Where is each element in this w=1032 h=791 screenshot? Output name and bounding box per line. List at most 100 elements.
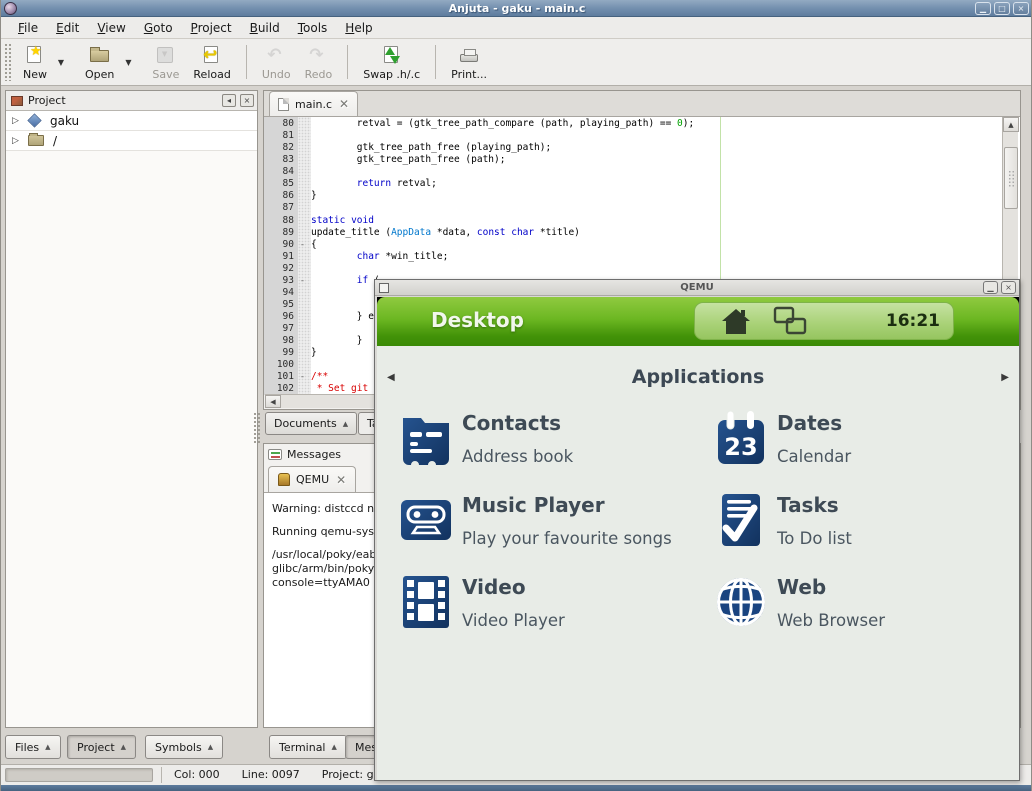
- previous-category-arrow[interactable]: ◀: [387, 372, 395, 383]
- menu-tools[interactable]: Tools: [289, 19, 337, 37]
- toolbar-separator: [246, 45, 247, 79]
- new-button[interactable]: ★ New: [16, 41, 54, 83]
- toolbar-grip[interactable]: [4, 43, 12, 81]
- symbols-dock-button[interactable]: Symbols▲: [145, 735, 223, 759]
- tree-row-gaku[interactable]: ▷ gaku: [6, 111, 257, 131]
- menu-edit[interactable]: Edit: [47, 19, 88, 37]
- checklist-icon: [714, 492, 768, 548]
- menu-file[interactable]: File: [9, 19, 47, 37]
- app-web[interactable]: Web Web Browser: [714, 574, 1014, 636]
- anjuta-window: Anjuta - gaku - main.c ▁ □ × FileEditVie…: [0, 0, 1032, 791]
- code-line[interactable]: 92: [264, 263, 1004, 275]
- code-line[interactable]: 83 gtk_tree_path_free (path);: [264, 154, 1004, 166]
- qemu-titlebar[interactable]: QEMU ▁ ×: [375, 280, 1019, 296]
- folder-icon: [28, 135, 44, 146]
- project-panel-title: Project: [28, 94, 218, 107]
- redo-button[interactable]: ↷ Redo: [298, 41, 340, 83]
- maximize-button[interactable]: □: [994, 2, 1010, 15]
- menu-help[interactable]: Help: [336, 19, 381, 37]
- open-dropdown-arrow[interactable]: ▼: [121, 41, 135, 83]
- code-line[interactable]: 82 gtk_tree_path_free (playing_path);: [264, 142, 1004, 154]
- code-line[interactable]: 91 char *win_title;: [264, 251, 1004, 263]
- expander-icon[interactable]: ▷: [12, 116, 28, 126]
- cassette-icon: [399, 492, 453, 548]
- close-button[interactable]: ×: [1013, 2, 1029, 15]
- new-dropdown-arrow[interactable]: ▼: [54, 41, 68, 83]
- toolbar-separator: [435, 45, 436, 79]
- app-dates[interactable]: 23 Dates Calendar: [714, 410, 1014, 472]
- code-line[interactable]: 85 return retval;: [264, 178, 1004, 190]
- dock-close-button[interactable]: ×: [240, 94, 254, 107]
- window-frame: [1, 785, 1032, 791]
- menu-view[interactable]: View: [88, 19, 134, 37]
- dock-undock-button[interactable]: ◂: [222, 94, 236, 107]
- app-name: Contacts: [462, 411, 561, 435]
- scrollbar-thumb[interactable]: [1004, 147, 1018, 209]
- save-icon: [155, 46, 177, 66]
- menu-build[interactable]: Build: [241, 19, 289, 37]
- scroll-left-arrow[interactable]: ◀: [265, 395, 281, 408]
- app-description: Play your favourite songs: [462, 529, 672, 548]
- app-contacts[interactable]: Contacts Address book: [399, 410, 699, 472]
- panel-splitter-grip[interactable]: [253, 412, 261, 444]
- code-line[interactable]: 84: [264, 166, 1004, 178]
- code-line[interactable]: 87: [264, 202, 1004, 214]
- app-description: Calendar: [777, 447, 851, 466]
- next-category-arrow[interactable]: ▶: [1001, 372, 1009, 383]
- open-folder-icon: [89, 46, 111, 66]
- printer-icon: [458, 46, 480, 66]
- scroll-up-arrow[interactable]: ▲: [1003, 117, 1019, 132]
- minimize-button[interactable]: ▁: [975, 2, 991, 15]
- window-switcher-icon[interactable]: [773, 306, 807, 336]
- tab-close-icon[interactable]: ✕: [336, 475, 346, 485]
- project-dock-button[interactable]: Project▲: [67, 735, 136, 759]
- titlebar[interactable]: Anjuta - gaku - main.c ▁ □ ×: [1, 0, 1032, 17]
- qemu-guest-screen[interactable]: Desktop 16:21 ◀ Applications: [377, 297, 1019, 780]
- terminal-dock-button[interactable]: Terminal▲: [269, 735, 347, 759]
- code-line[interactable]: 88static void: [264, 215, 1004, 227]
- redo-icon: ↷: [307, 46, 329, 66]
- files-dock-button[interactable]: Files▲: [5, 735, 61, 759]
- reload-button[interactable]: ↩ Reload: [186, 41, 237, 83]
- menu-goto[interactable]: Goto: [135, 19, 182, 37]
- app-name: Tasks: [777, 493, 839, 517]
- matchbox-desktop: ◀ Applications ▶ Contacts Address book23…: [377, 346, 1019, 780]
- app-tasks[interactable]: Tasks To Do list: [714, 492, 1014, 554]
- contacts-icon: [399, 410, 453, 466]
- code-line[interactable]: 86}: [264, 190, 1004, 202]
- project-panel-header[interactable]: Project ◂ ×: [6, 91, 257, 111]
- new-document-icon: ★: [24, 46, 46, 66]
- project-panel: Project ◂ × ▷ gaku ▷ /: [5, 90, 258, 728]
- svg-text:23: 23: [724, 433, 757, 461]
- desktop-title: Desktop: [431, 308, 524, 332]
- app-music-player[interactable]: Music Player Play your favourite songs: [399, 492, 699, 554]
- minimize-button[interactable]: ▁: [983, 281, 998, 294]
- print-button[interactable]: Print...: [444, 41, 494, 83]
- close-button[interactable]: ×: [1001, 281, 1016, 294]
- app-name: Dates: [777, 411, 842, 435]
- menu-project[interactable]: Project: [182, 19, 241, 37]
- qemu-window[interactable]: QEMU ▁ × Desktop 16:21: [374, 279, 1020, 781]
- code-line[interactable]: 89update_title (AppData *data, const cha…: [264, 227, 1004, 239]
- documents-dock-button[interactable]: Documents▲: [265, 412, 357, 435]
- tab-close-icon[interactable]: ✕: [339, 99, 349, 109]
- app-description: Video Player: [462, 611, 565, 630]
- app-name: Music Player: [462, 493, 605, 517]
- swap-header-source-button[interactable]: Swap .h/.c: [356, 41, 427, 83]
- undo-icon: ↶: [265, 46, 287, 66]
- expander-icon[interactable]: ▷: [12, 136, 28, 146]
- code-line[interactable]: 90-{: [264, 239, 1004, 251]
- tab-main-c[interactable]: main.c ✕: [269, 91, 358, 116]
- menubar: FileEditViewGotoProjectBuildToolsHelp: [1, 17, 1032, 39]
- category-title: Applications: [377, 366, 1019, 388]
- code-line[interactable]: 81: [264, 130, 1004, 142]
- qemu-message-tab[interactable]: QEMU ✕: [268, 466, 356, 492]
- home-icon[interactable]: [721, 307, 751, 335]
- tree-row-root[interactable]: ▷ /: [6, 131, 257, 151]
- open-button[interactable]: Open: [78, 41, 121, 83]
- app-video[interactable]: Video Video Player: [399, 574, 699, 636]
- reload-icon: ↩: [201, 46, 223, 66]
- undo-button[interactable]: ↶ Undo: [255, 41, 298, 83]
- save-button[interactable]: Save: [145, 41, 186, 83]
- code-line[interactable]: 80 retval = (gtk_tree_path_compare (path…: [264, 118, 1004, 130]
